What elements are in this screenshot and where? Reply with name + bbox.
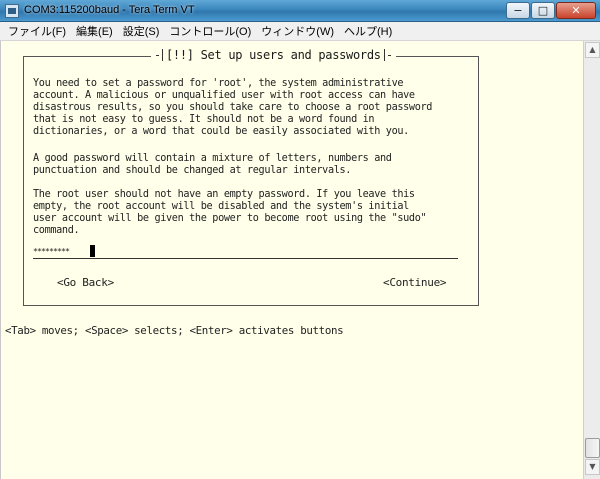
text-cursor [90,245,95,257]
window-controls: − □ ✕ [506,2,596,19]
menu-window[interactable]: ウィンドウ(W) [257,23,338,39]
dialog-title-frame: [!!] Set up users and passwords [151,48,396,62]
dialog-paragraph-1: You need to set a password for 'root', t… [33,78,433,137]
teraterm-app-icon[interactable] [5,4,19,18]
menu-bar: ファイル(F) 編集(E) 設定(S) コントロール(O) ウィンドウ(W) ヘ… [0,22,600,41]
maximize-button[interactable]: □ [531,2,555,19]
dialog-title: [!!] Set up users and passwords [166,48,381,62]
close-button[interactable]: ✕ [556,2,596,19]
dialog-paragraph-2: A good password will contain a mixture o… [33,153,392,176]
scroll-thumb[interactable] [585,438,600,458]
menu-setup[interactable]: 設定(S) [119,23,164,39]
terminal-screen[interactable]: [!!] Set up users and passwords You need… [0,41,583,479]
installer-dialog: [!!] Set up users and passwords You need… [23,48,479,306]
scroll-down-arrow-icon[interactable]: ▼ [585,459,600,475]
menu-edit[interactable]: 編集(E) [72,23,117,39]
window-title: COM3:115200baud - Tera Term VT [24,4,195,16]
window-titlebar[interactable]: COM3:115200baud - Tera Term VT − □ ✕ [0,0,600,22]
dialog-paragraph-3: The root user should not have an empty p… [33,189,427,236]
title-tick-left [156,55,159,56]
continue-button[interactable]: <Continue> [383,276,447,289]
menu-control[interactable]: コントロール(O) [165,23,255,39]
password-mask: ********* [33,247,70,256]
minimize-button[interactable]: − [506,2,530,19]
menu-file[interactable]: ファイル(F) [4,23,70,39]
go-back-button[interactable]: <Go Back> [57,276,114,289]
vertical-scrollbar[interactable]: ▲ ▼ [583,41,600,479]
keyboard-hint: <Tab> moves; <Space> selects; <Enter> ac… [5,324,344,337]
menu-help[interactable]: ヘルプ(H) [340,23,396,39]
title-bar-left [162,49,163,61]
title-tick-right [387,55,391,56]
password-input[interactable]: ********* [33,245,458,259]
title-bar-right [383,49,385,61]
scroll-up-arrow-icon[interactable]: ▲ [585,42,600,58]
scroll-track[interactable] [585,59,600,456]
